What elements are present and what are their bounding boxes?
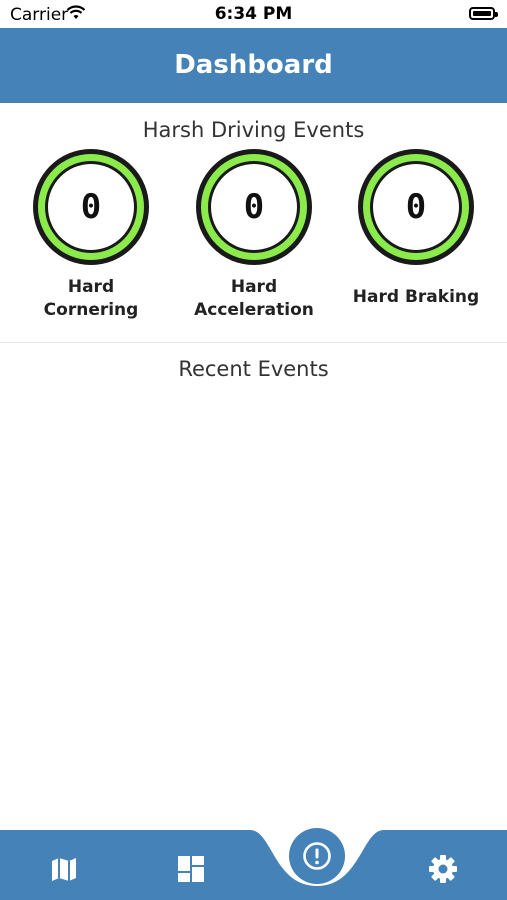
tab-events-center-button[interactable]: [289, 828, 345, 884]
harsh-events-gauges: 0 Hard Cornering 0 Hard Acceleration 0 H…: [0, 146, 507, 326]
gauge-label-line1: Hard: [230, 277, 278, 297]
gauge-ring: 0: [30, 146, 152, 268]
tab-dashboard[interactable]: [174, 852, 208, 886]
nav-header: Dashboard: [0, 28, 507, 103]
section-divider: [0, 342, 507, 343]
page-title: Dashboard: [174, 50, 333, 80]
gauge-hard-cornering[interactable]: 0 Hard Cornering: [16, 146, 166, 322]
gauge-value: 0: [405, 187, 427, 227]
harsh-events-title: Harsh Driving Events: [142, 118, 365, 142]
gear-icon: [429, 855, 457, 883]
gauge-label-line1: Hard Braking: [352, 287, 480, 307]
gauge-value: 0: [80, 187, 102, 227]
gauge-label: Hard Cornering: [16, 276, 166, 322]
status-time: 6:34 PM: [214, 4, 293, 24]
gauge-hard-braking[interactable]: 0 Hard Braking: [341, 146, 491, 309]
gauge-label-line2: Cornering: [43, 300, 139, 320]
gauge-label: Hard Acceleration: [179, 276, 329, 322]
gauge-label: Hard Braking: [341, 286, 491, 309]
gauge-ring: 0: [355, 146, 477, 268]
tab-settings[interactable]: [426, 852, 460, 886]
gauge-ring: 0: [193, 146, 315, 268]
alert-icon: [303, 842, 331, 870]
gauge-label-line1: Hard: [67, 277, 115, 297]
battery-icon: [469, 7, 498, 20]
tab-bar: [0, 830, 507, 900]
tab-map[interactable]: [47, 852, 81, 886]
map-icon: [52, 858, 76, 881]
dashboard-icon: [178, 856, 204, 882]
recent-events-list: [0, 395, 507, 825]
gauge-label-line2: Acceleration: [194, 300, 314, 320]
gauge-hard-acceleration[interactable]: 0 Hard Acceleration: [179, 146, 329, 322]
recent-events-title: Recent Events: [178, 357, 329, 381]
gauge-value: 0: [243, 187, 265, 227]
status-bar: Carrier 6:34 PM: [0, 0, 507, 30]
